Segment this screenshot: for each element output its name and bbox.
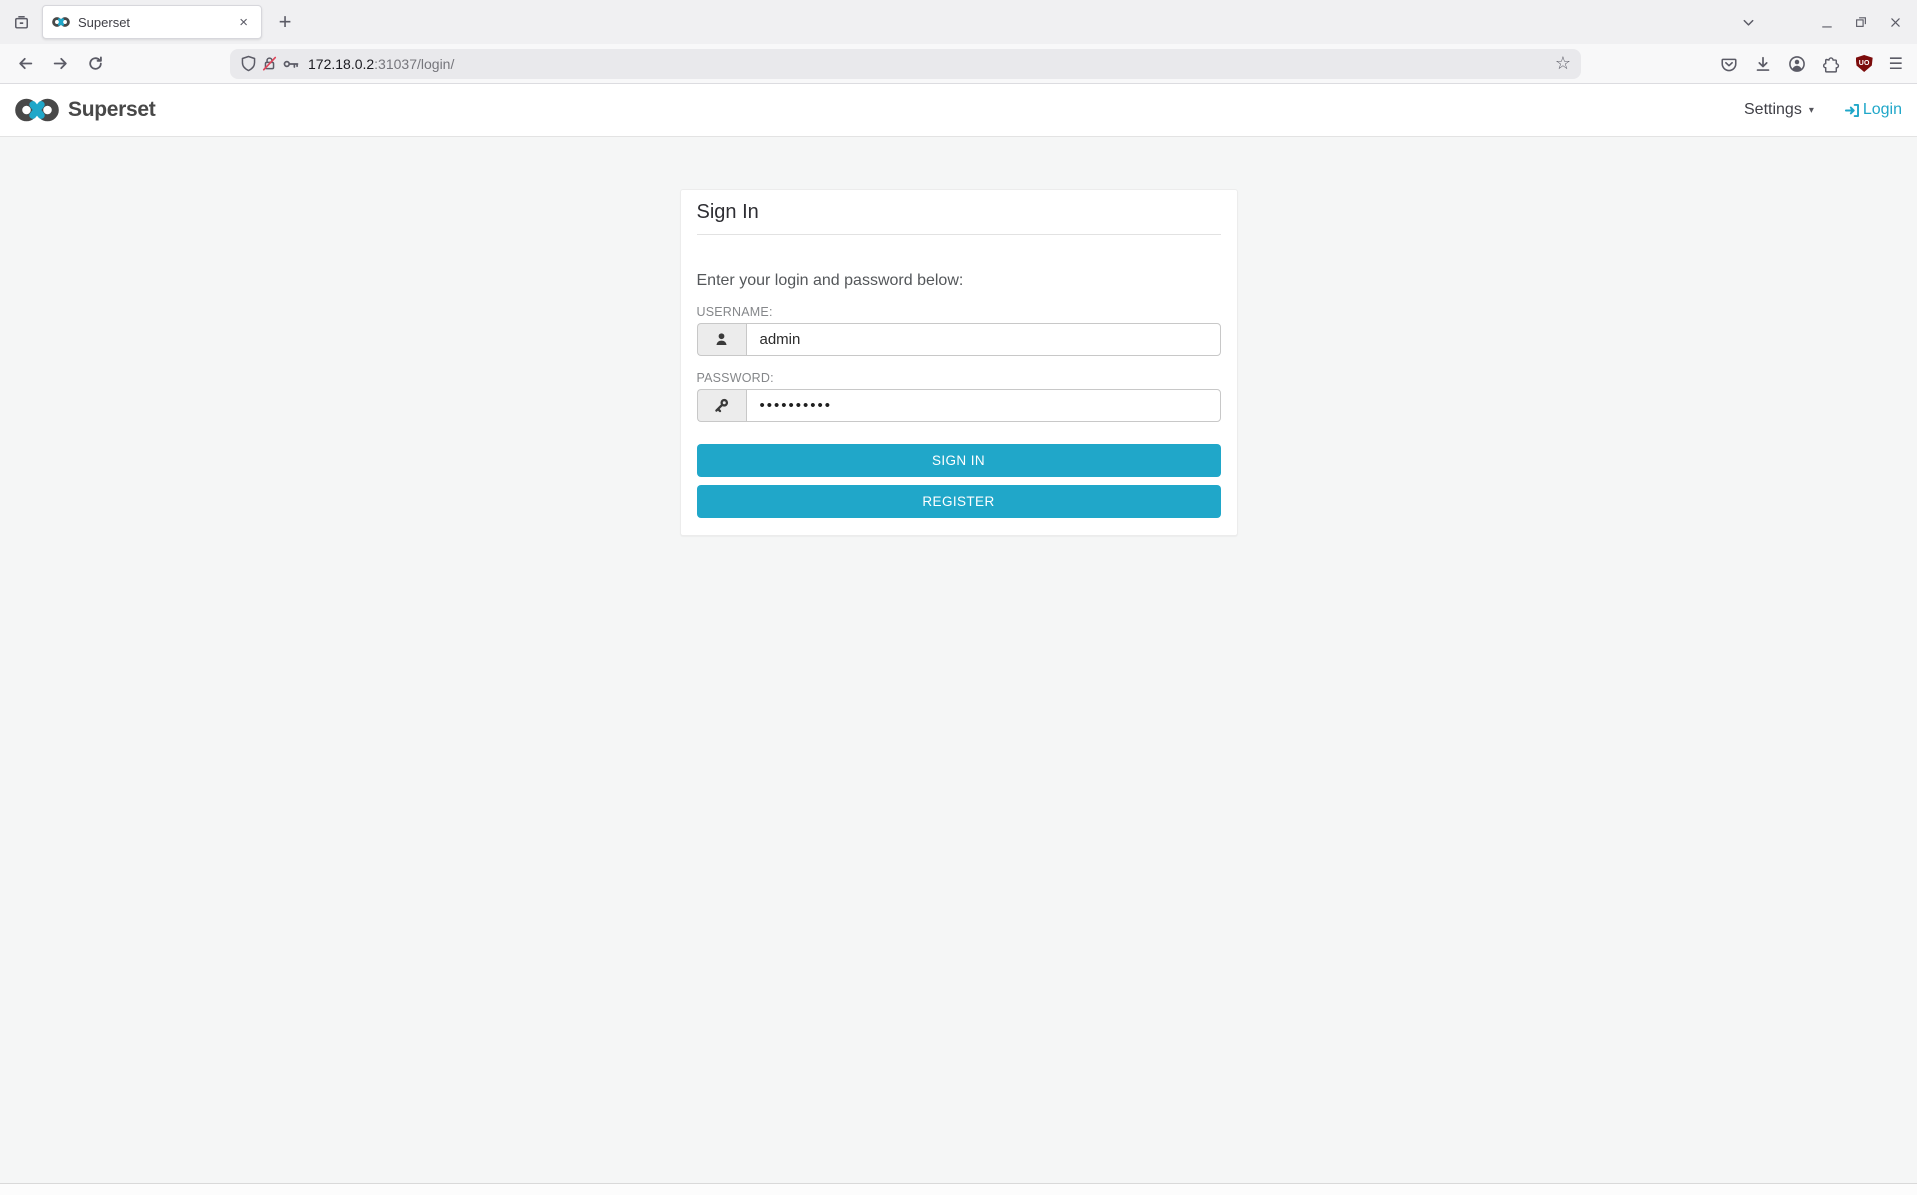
- sign-in-card: Sign In Enter your login and password be…: [680, 189, 1238, 536]
- login-link[interactable]: Login: [1844, 101, 1902, 119]
- url-text[interactable]: 172.18.0.2:31037/login/: [308, 56, 454, 72]
- register-button[interactable]: REGISTER: [697, 485, 1221, 518]
- password-label: PASSWORD:: [697, 371, 1221, 385]
- forward-button[interactable]: [45, 49, 75, 79]
- tab-bar: Superset × + –: [0, 0, 1917, 44]
- instruction-text: Enter your login and password below:: [697, 272, 1221, 290]
- chevron-down-icon: [1741, 15, 1756, 30]
- restore-icon: [1854, 15, 1868, 29]
- close-window-button[interactable]: [1881, 8, 1909, 36]
- tab-title: Superset: [78, 15, 235, 30]
- firefox-view-icon: [13, 14, 30, 31]
- settings-menu[interactable]: Settings ▾: [1744, 101, 1814, 119]
- menu-hamburger-icon[interactable]: ☰: [1889, 54, 1903, 74]
- page-footer: [0, 1183, 1917, 1195]
- minimize-button[interactable]: –: [1813, 8, 1841, 36]
- ublock-label: UO: [1859, 60, 1870, 67]
- new-tab-button[interactable]: +: [270, 7, 300, 37]
- nav-buttons: [10, 49, 110, 79]
- page-content: Sign In Enter your login and password be…: [0, 137, 1917, 1183]
- person-icon: [713, 331, 730, 348]
- url-bar[interactable]: 172.18.0.2:31037/login/ ☆: [230, 49, 1581, 79]
- bookmark-star-icon[interactable]: ☆: [1555, 53, 1571, 74]
- password-addon: [697, 389, 746, 422]
- caret-down-icon: ▾: [1809, 105, 1814, 116]
- username-label: USERNAME:: [697, 305, 1221, 319]
- reload-icon: [87, 55, 104, 72]
- account-icon[interactable]: [1788, 55, 1806, 73]
- password-input-group: [697, 389, 1221, 422]
- sign-in-button[interactable]: SIGN IN: [697, 444, 1221, 477]
- pocket-icon[interactable]: [1720, 55, 1738, 73]
- forward-arrow-icon: [52, 55, 69, 72]
- settings-label: Settings: [1744, 101, 1802, 119]
- username-input[interactable]: [746, 323, 1221, 356]
- brand-name: Superset: [68, 98, 155, 122]
- username-input-group: [697, 323, 1221, 356]
- sign-in-arrow-icon: [1844, 102, 1863, 119]
- reload-button[interactable]: [80, 49, 110, 79]
- superset-brand[interactable]: Superset: [15, 96, 155, 124]
- minimize-icon: –: [1822, 17, 1831, 34]
- url-path: :31037/login/: [374, 56, 454, 72]
- tracking-protection-shield-icon[interactable]: [240, 55, 257, 72]
- saved-login-key-icon[interactable]: [282, 55, 300, 73]
- ublock-origin-icon[interactable]: UO: [1856, 55, 1873, 72]
- username-addon: [697, 323, 746, 356]
- toolbar-actions: UO ☰: [1581, 54, 1907, 74]
- navigation-toolbar: 172.18.0.2:31037/login/ ☆: [0, 44, 1917, 84]
- insecure-lock-icon[interactable]: [261, 55, 278, 72]
- superset-favicon-icon: [52, 16, 70, 28]
- download-icon[interactable]: [1754, 55, 1772, 73]
- browser-window: Superset × + –: [0, 0, 1917, 1195]
- list-all-tabs-button[interactable]: [1733, 7, 1763, 37]
- title-divider: [697, 234, 1221, 235]
- key-icon: [713, 397, 730, 414]
- maximize-button[interactable]: [1847, 8, 1875, 36]
- superset-header: Superset Settings ▾ Login: [0, 84, 1917, 137]
- password-input[interactable]: [746, 389, 1221, 422]
- tab-close-icon[interactable]: ×: [235, 13, 252, 32]
- window-controls: –: [1813, 8, 1909, 36]
- tab-superset[interactable]: Superset ×: [42, 5, 262, 39]
- back-arrow-icon: [17, 55, 34, 72]
- button-group: SIGN IN REGISTER: [697, 444, 1221, 518]
- firefox-view-button[interactable]: [6, 7, 36, 37]
- close-icon: [1889, 16, 1902, 29]
- card-title: Sign In: [697, 201, 1221, 224]
- login-label: Login: [1863, 101, 1902, 119]
- superset-logo-icon: [15, 96, 59, 124]
- extensions-puzzle-icon[interactable]: [1822, 55, 1840, 73]
- url-host: 172.18.0.2: [308, 56, 374, 72]
- back-button[interactable]: [10, 49, 40, 79]
